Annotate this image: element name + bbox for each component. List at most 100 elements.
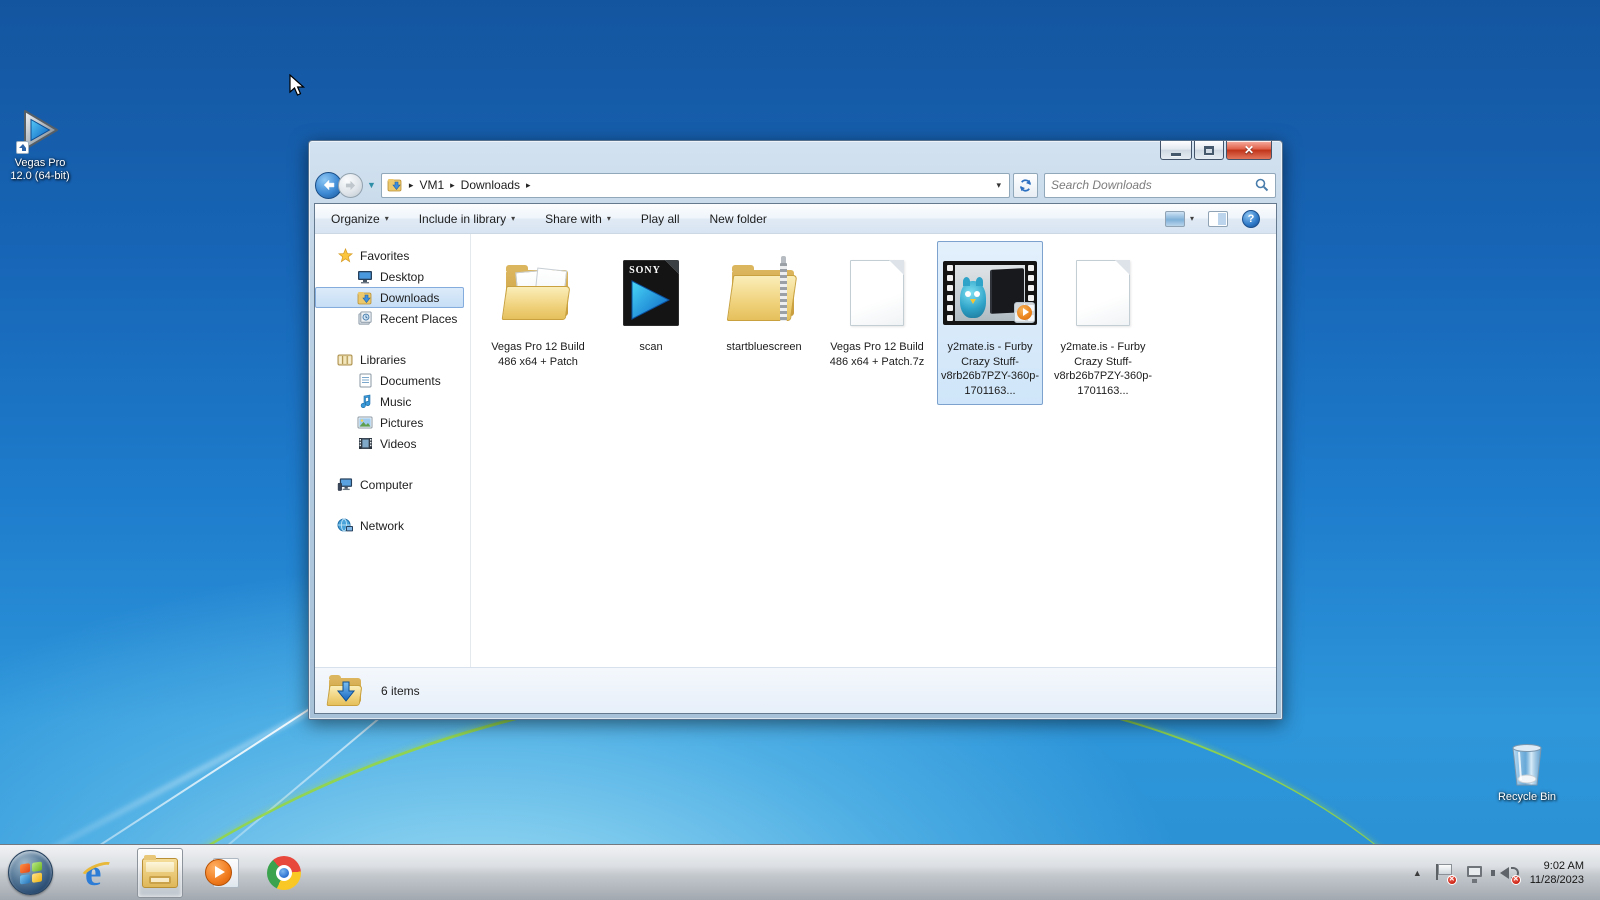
- file-item-zip-folder[interactable]: startbluescreen: [711, 241, 817, 362]
- clock-time: 9:02 AM: [1543, 859, 1584, 872]
- maximize-button[interactable]: [1194, 141, 1224, 160]
- sidebar-item-recent-places[interactable]: Recent Places: [315, 308, 464, 329]
- documents-icon: [357, 373, 373, 389]
- clock-date: 11/28/2023: [1529, 873, 1584, 886]
- window-client-area: Organize ▾ Include in library ▾ Share wi…: [314, 203, 1277, 714]
- back-arrow-icon: [323, 179, 334, 191]
- taskbar-clock[interactable]: 9:02 AM 11/28/2023: [1530, 859, 1584, 887]
- action-center-flag-icon[interactable]: ✕: [1434, 863, 1457, 885]
- sidebar-item-downloads[interactable]: Downloads: [315, 287, 464, 308]
- file-item-archive[interactable]: Vegas Pro 12 Build 486 x64 + Patch.7z: [824, 241, 930, 376]
- document-icon: [827, 245, 927, 340]
- explorer-content: Favorites Desktop Downloads Recent Place…: [315, 234, 1276, 667]
- sidebar-item-label: Music: [380, 394, 412, 409]
- desktop-icon-vegas-pro[interactable]: Vegas Pro 12.0 (64-bit): [5, 106, 75, 183]
- change-view-button[interactable]: ▾: [1164, 210, 1194, 227]
- sidebar-item-label: Recent Places: [380, 311, 458, 326]
- new-folder-button[interactable]: New folder: [710, 212, 767, 226]
- taskbar-item-chrome[interactable]: [261, 848, 307, 898]
- organize-menu[interactable]: Organize ▾: [331, 212, 389, 226]
- chevron-down-icon: ▾: [1189, 214, 1194, 223]
- file-item-vegas-project[interactable]: SONY scan: [598, 241, 704, 362]
- sidebar-item-computer[interactable]: Computer: [315, 474, 464, 495]
- sidebar-item-desktop[interactable]: Desktop: [315, 266, 464, 287]
- sidebar-item-network[interactable]: Network: [315, 515, 464, 536]
- sidebar-group-libraries[interactable]: Libraries: [315, 349, 464, 370]
- folder-icon: [488, 245, 588, 340]
- breadcrumb-current-folder[interactable]: Downloads: [461, 178, 520, 192]
- close-button[interactable]: ✕: [1226, 141, 1272, 160]
- network-tray-icon[interactable]: [1466, 863, 1486, 883]
- refresh-button[interactable]: [1013, 172, 1038, 198]
- alert-badge: ✕: [1446, 874, 1457, 885]
- maximize-icon: [1204, 145, 1214, 155]
- play-overlay-icon: [1014, 301, 1035, 323]
- computer-icon: [337, 477, 353, 493]
- forward-arrow-icon: [345, 180, 356, 190]
- taskbar-item-media-player[interactable]: [199, 848, 245, 898]
- include-in-library-menu[interactable]: Include in library ▾: [419, 212, 515, 226]
- network-icon: [337, 518, 353, 534]
- file-name: scan: [639, 341, 663, 353]
- organize-label: Organize: [331, 211, 380, 226]
- address-history-dropdown[interactable]: ▾: [993, 180, 1004, 191]
- file-name: y2mate.is - Furby Crazy Stuff-v8rb26b7PZ…: [1053, 341, 1153, 397]
- file-name: y2mate.is - Furby Crazy Stuff-v8rb26b7PZ…: [940, 341, 1040, 397]
- address-bar[interactable]: ▸ VM1 ▸ Downloads ▸ ▾: [380, 172, 1010, 198]
- taskbar-item-internet-explorer[interactable]: e: [75, 848, 121, 898]
- share-with-menu[interactable]: Share with ▾: [545, 212, 611, 226]
- video-thumbnail-icon: [940, 245, 1040, 340]
- preview-pane-button[interactable]: [1208, 210, 1228, 227]
- muted-badge: ✕: [1510, 874, 1521, 885]
- sidebar-item-label: Desktop: [380, 269, 425, 284]
- status-bar: 6 items: [315, 667, 1276, 713]
- file-list: Vegas Pro 12 Build 486 x64 + Patch SONY: [471, 234, 1276, 667]
- taskbar: e ▲ ✕ ✕ 9:02 AM 11/28/2023: [0, 844, 1600, 900]
- forward-button[interactable]: [338, 172, 363, 198]
- play-all-label: Play all: [640, 211, 680, 226]
- vegas-pro-icon: [16, 106, 64, 154]
- file-name: startbluescreen: [726, 341, 802, 353]
- libraries-label: Libraries: [360, 352, 407, 367]
- play-all-button[interactable]: Play all: [641, 212, 680, 226]
- libraries-icon: [337, 352, 353, 368]
- zip-folder-icon: [714, 245, 814, 340]
- command-bar-right: ▾ ?: [1164, 209, 1260, 228]
- show-hidden-icons-button[interactable]: ▲: [1413, 868, 1422, 878]
- downloads-folder-icon: [387, 177, 403, 193]
- refresh-icon: [1019, 178, 1032, 192]
- file-item-video-file[interactable]: y2mate.is - Furby Crazy Stuff-v8rb26b7PZ…: [1050, 241, 1156, 405]
- explorer-window: ✕ ▼ ▸ VM1 ▸ Downloads ▸ ▾ Search Downloa…: [308, 140, 1283, 720]
- sidebar-group-favorites[interactable]: Favorites: [315, 245, 464, 266]
- sidebar-item-documents[interactable]: Documents: [315, 370, 464, 391]
- taskbar-item-windows-explorer[interactable]: [137, 847, 183, 898]
- recent-pages-dropdown[interactable]: ▼: [367, 180, 376, 190]
- minimize-button[interactable]: [1160, 141, 1192, 160]
- window-controls: ✕: [1160, 141, 1272, 160]
- recycle-bin-icon: [1506, 740, 1548, 788]
- desktop-icon-label: Recycle Bin: [1497, 791, 1557, 803]
- file-item-video-selected[interactable]: y2mate.is - Furby Crazy Stuff-v8rb26b7PZ…: [937, 241, 1043, 405]
- pictures-icon: [357, 415, 373, 431]
- help-button[interactable]: ?: [1242, 209, 1260, 228]
- downloads-folder-large-icon: [326, 674, 365, 707]
- sidebar-item-music[interactable]: Music: [315, 391, 464, 412]
- recent-places-icon: [357, 311, 373, 327]
- desktop: Vegas Pro 12.0 (64-bit) Recycle Bin ✕ ▼ …: [0, 0, 1600, 900]
- volume-tray-icon[interactable]: ✕: [1490, 863, 1521, 885]
- sidebar-item-videos[interactable]: Videos: [315, 433, 464, 454]
- breadcrumb-root[interactable]: VM1: [419, 178, 444, 192]
- search-box[interactable]: [1044, 172, 1276, 198]
- sidebar-item-pictures[interactable]: Pictures: [315, 412, 464, 433]
- favorites-star-icon: [337, 248, 353, 264]
- breadcrumb-separator: ▸: [450, 179, 455, 190]
- desktop-icon-recycle-bin[interactable]: Recycle Bin: [1492, 740, 1562, 804]
- file-name: Vegas Pro 12 Build 486 x64 + Patch.7z: [829, 341, 925, 368]
- sidebar-item-label: Downloads: [380, 290, 440, 305]
- vegas-file-icon: SONY: [601, 245, 701, 340]
- search-input[interactable]: [1051, 178, 1255, 192]
- start-button[interactable]: [8, 850, 53, 895]
- file-item-folder[interactable]: Vegas Pro 12 Build 486 x64 + Patch: [485, 241, 591, 376]
- include-in-library-label: Include in library: [418, 211, 507, 226]
